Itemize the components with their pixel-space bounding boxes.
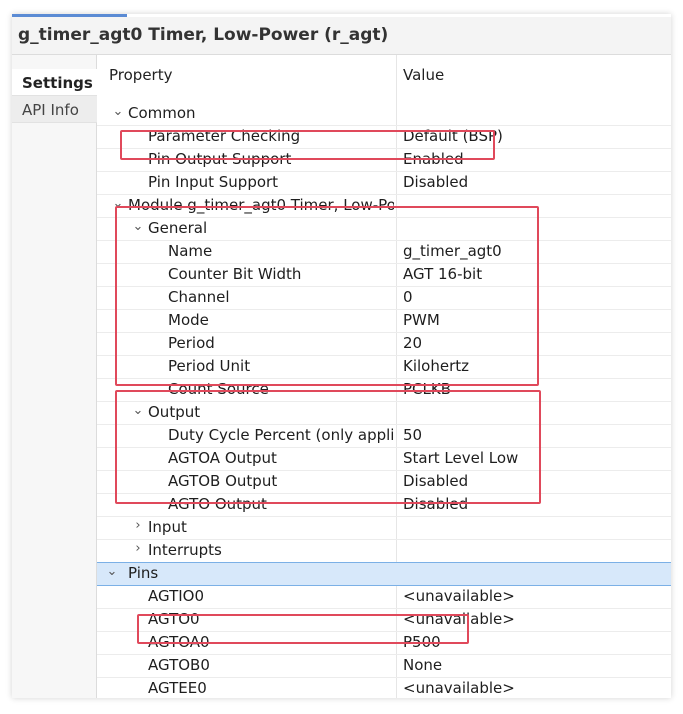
row-label: Count Source (168, 380, 269, 398)
table-row-duty-cycle-percent[interactable]: Duty Cycle Percent (only applicable in P… (97, 425, 671, 448)
header-value[interactable]: Value (403, 66, 444, 84)
row-value[interactable]: Disabled (403, 472, 468, 490)
tab-settings[interactable]: Settings (12, 69, 97, 96)
table-row-agtio0[interactable]: AGTIO0 <unavailable> (97, 586, 671, 609)
row-label: AGTOA0 (148, 633, 210, 651)
row-value[interactable]: 50 (403, 426, 422, 444)
row-value[interactable]: None (403, 656, 442, 674)
row-label: Period Unit (168, 357, 251, 375)
chevron-down-icon[interactable]: ⌄ (105, 564, 119, 579)
row-value[interactable]: Enabled (403, 150, 464, 168)
table-row-agto-output[interactable]: AGTO Output Disabled (97, 494, 671, 517)
row-label: AGTIO0 (148, 587, 205, 605)
chevron-right-icon[interactable]: › (131, 518, 145, 533)
tree-row-input[interactable]: › Input (97, 517, 671, 540)
header-property[interactable]: Property (109, 66, 172, 84)
row-value[interactable]: Disabled (403, 495, 468, 513)
tab-api-info[interactable]: API Info (12, 96, 97, 123)
tab-strip: Settings API Info (12, 55, 97, 698)
table-row-parameter-checking[interactable]: Parameter Checking Default (BSP) (97, 126, 671, 149)
chevron-right-icon[interactable]: › (131, 541, 145, 556)
row-label: Mode (168, 311, 209, 329)
chevron-down-icon[interactable]: ⌄ (131, 403, 145, 418)
row-value[interactable]: P500 (403, 633, 441, 651)
property-table: Property Value ⌄ Common Parameter Checki… (97, 55, 671, 698)
row-label: Pin Input Support (148, 173, 279, 191)
table-row-pin-input-support[interactable]: Pin Input Support Disabled (97, 172, 671, 195)
properties-panel: g_timer_agt0 Timer, Low-Power (r_agt) Se… (12, 14, 671, 698)
row-label: Input (148, 518, 187, 536)
row-value[interactable]: 20 (403, 334, 422, 352)
table-row-mode[interactable]: Mode PWM (97, 310, 671, 333)
chevron-down-icon[interactable]: ⌄ (131, 219, 145, 234)
row-value[interactable]: <unavailable> (403, 587, 515, 605)
table-header: Property Value (97, 63, 671, 90)
row-value[interactable]: Disabled (403, 173, 468, 191)
table-row-period[interactable]: Period 20 (97, 333, 671, 356)
table-row-pin-output-support[interactable]: Pin Output Support Enabled (97, 149, 671, 172)
tree-row-pins[interactable]: ⌄ Pins (97, 562, 671, 586)
row-label: AGTO Output (168, 495, 267, 513)
title-bar: g_timer_agt0 Timer, Low-Power (r_agt) (12, 17, 671, 55)
table-row-agtoa0[interactable]: AGTOA0 P500 (97, 632, 671, 655)
table-row-count-source[interactable]: Count Source PCLKB (97, 379, 671, 402)
row-label: Pins (128, 564, 159, 582)
table-row-period-unit[interactable]: Period Unit Kilohertz (97, 356, 671, 379)
tree-row-common[interactable]: ⌄ Common (97, 103, 671, 126)
tree-row-general[interactable]: ⌄ General (97, 218, 671, 241)
row-label: Channel (168, 288, 230, 306)
row-label: Pin Output Support (148, 150, 292, 168)
table-row-agtee0[interactable]: AGTEE0 <unavailable> (97, 678, 671, 698)
row-label: AGTEE0 (148, 679, 207, 697)
tree-row-module[interactable]: ⌄ Module g_timer_agt0 Timer, Low-Power (… (97, 195, 671, 218)
row-label: General (148, 219, 208, 237)
row-label: AGTOB0 (148, 656, 210, 674)
table-row-channel[interactable]: Channel 0 (97, 287, 671, 310)
row-value[interactable]: Kilohertz (403, 357, 469, 375)
row-label: Name (168, 242, 213, 260)
row-label: Output (148, 403, 201, 421)
tree-row-interrupts[interactable]: › Interrupts (97, 540, 671, 563)
row-value[interactable]: <unavailable> (403, 679, 515, 697)
table-row-agto0[interactable]: AGTO0 <unavailable> (97, 609, 671, 632)
row-value[interactable]: g_timer_agt0 (403, 242, 502, 260)
table-row-agtoa-output[interactable]: AGTOA Output Start Level Low (97, 448, 671, 471)
row-label: Interrupts (148, 541, 222, 559)
row-value[interactable]: AGT 16-bit (403, 265, 482, 283)
table-row-counter-bit-width[interactable]: Counter Bit Width AGT 16-bit (97, 264, 671, 287)
row-label: AGTOB Output (168, 472, 278, 490)
row-label: Parameter Checking (148, 127, 301, 145)
row-label: Common (128, 104, 196, 122)
table-row-agtob-output[interactable]: AGTOB Output Disabled (97, 471, 671, 494)
row-value[interactable]: 0 (403, 288, 413, 306)
table-row-agtob0[interactable]: AGTOB0 None (97, 655, 671, 678)
row-value[interactable]: PWM (403, 311, 440, 329)
row-value[interactable]: <unavailable> (403, 610, 515, 628)
row-label: AGTO0 (148, 610, 200, 628)
chevron-down-icon[interactable]: ⌄ (111, 196, 125, 211)
row-value[interactable]: Default (BSP) (403, 127, 503, 145)
row-label: AGTOA Output (168, 449, 277, 467)
panel-title: g_timer_agt0 Timer, Low-Power (r_agt) (18, 25, 389, 45)
tree-row-output[interactable]: ⌄ Output (97, 402, 671, 425)
row-label: Counter Bit Width (168, 265, 302, 283)
row-value[interactable]: Start Level Low (403, 449, 518, 467)
chevron-down-icon[interactable]: ⌄ (111, 104, 125, 119)
row-label: Module g_timer_agt0 Timer, Low-Power (r_… (128, 196, 394, 214)
table-row-name[interactable]: Name g_timer_agt0 (97, 241, 671, 264)
row-label: Period (168, 334, 215, 352)
row-value[interactable]: PCLKB (403, 380, 451, 398)
row-label: Duty Cycle Percent (only applicable in P… (168, 426, 394, 444)
